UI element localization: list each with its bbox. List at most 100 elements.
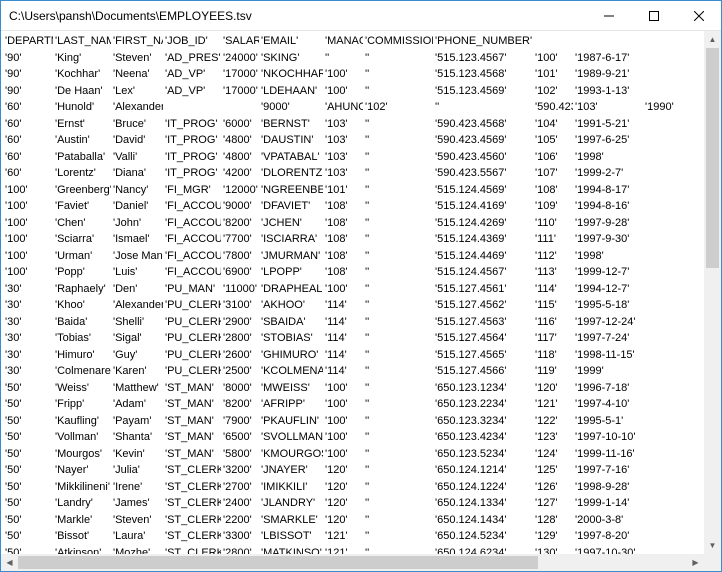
table-row[interactable]: '30''Tobias''Sigal''PU_CLERK''2800''STOB… (5, 330, 717, 347)
scroll-left-arrow[interactable]: ◀ (1, 554, 18, 571)
table-row[interactable]: '90''King''Steven''AD_PRES''24000''SKING… (5, 50, 717, 67)
data-cell: 'AFRIPP' (261, 396, 305, 413)
close-button[interactable] (676, 1, 721, 30)
data-cell: '515.124.4169' (435, 198, 507, 215)
data-cell: '650.124.5234' (435, 528, 507, 545)
data-cell: 'Adam' (113, 396, 146, 413)
window-title: C:\Users\pansh\Documents\EMPLOYEES.tsv (1, 9, 586, 23)
data-cell: '' (435, 99, 439, 116)
table-row[interactable]: '30''Khoo''Alexander''PU_CLERK''3100''AK… (5, 297, 717, 314)
data-cell: '114' (325, 363, 347, 380)
table-row[interactable]: '30''Raphaely''Den''PU_MAN''11000''DRAPH… (5, 281, 717, 298)
table-row[interactable]: '30''Himuro''Guy''PU_CLERK''2600''GHIMUR… (5, 347, 717, 364)
data-cell: '90' (5, 50, 21, 67)
data-cell: '515.127.4562' (435, 297, 507, 314)
vertical-scrollbar[interactable]: ▲ ▼ (704, 31, 721, 554)
table-row[interactable]: '50''Mourgos''Kevin''ST_MAN''5800''KMOUR… (5, 446, 717, 463)
table-row[interactable]: '50''Landry''James''ST_CLERK''2400''JLAN… (5, 495, 717, 512)
horizontal-scrollbar[interactable]: ◀ ▶ (1, 554, 704, 571)
scroll-right-arrow[interactable]: ▶ (687, 554, 704, 571)
table-row[interactable]: '30''Baida''Shelli''PU_CLERK''2900''SBAI… (5, 314, 717, 331)
table-row[interactable]: '90''Kochhar''Neena''AD_VP''17000''NKOCH… (5, 66, 717, 83)
table-row[interactable]: '100''Urman''Jose Manuel''FI_ACCOUNT''78… (5, 248, 717, 265)
data-cell: '123' (535, 429, 558, 446)
table-row[interactable]: '50''Weiss''Matthew''ST_MAN''8000''MWEIS… (5, 380, 717, 397)
table-row[interactable]: '50''Fripp''Adam''ST_MAN''8200''AFRIPP''… (5, 396, 717, 413)
data-cell: 'Irene' (113, 479, 142, 496)
data-cell: '100' (5, 182, 28, 199)
data-cell: '650.123.1234' (435, 380, 507, 397)
table-row[interactable]: '60''Austin''David''IT_PROG''4800''DAUST… (5, 132, 717, 149)
header-cell: 'EMAIL' (261, 33, 298, 50)
data-cell: '' (365, 182, 369, 199)
table-row[interactable]: '60''Ernst''Bruce''IT_PROG''6000''BERNST… (5, 116, 717, 133)
data-cell: 'Kaufling' (55, 413, 99, 430)
table-row[interactable]: '50''Nayer''Julia''ST_CLERK''3200''JNAYE… (5, 462, 717, 479)
data-cell: '108' (535, 182, 558, 199)
data-cell: 'Julia' (113, 462, 140, 479)
table-row[interactable]: '100''Chen''John''FI_ACCOUNT''8200''JCHE… (5, 215, 717, 232)
table-row[interactable]: '100''Faviet''Daniel''FI_ACCOUNT''9000''… (5, 198, 717, 215)
data-cell: '118' (535, 347, 557, 364)
minimize-button[interactable] (586, 1, 631, 30)
maximize-button[interactable] (631, 1, 676, 30)
table-row[interactable]: '60''Lorentz''Diana''IT_PROG''4200''DLOR… (5, 165, 717, 182)
data-cell: '515.127.4561' (435, 281, 507, 298)
data-cell: '1998' (575, 149, 604, 166)
table-row[interactable]: '50''Kaufling''Payam''ST_MAN''7900''PKAU… (5, 413, 717, 430)
data-cell: 'ST_MAN' (165, 446, 214, 463)
data-cell: '8200' (223, 396, 252, 413)
data-cell: '117' (535, 330, 557, 347)
table-row[interactable]: '60''Hunold''Alexander''9000''AHUNOLD''1… (5, 99, 717, 116)
table-row[interactable]: '100''Sciarra''Ismael''FI_ACCOUNT''7700'… (5, 231, 717, 248)
table-row[interactable]: '50''Bissot''Laura''ST_CLERK''3300''LBIS… (5, 528, 717, 545)
data-cell: 'NKOCHHAR' (261, 66, 323, 83)
data-cell: '650.124.1334' (435, 495, 507, 512)
table-row[interactable]: '100''Popp''Luis''FI_ACCOUNT''6900''LPOP… (5, 264, 717, 281)
vertical-scroll-thumb[interactable] (706, 48, 719, 268)
data-cell: 'Raphaely' (55, 281, 106, 298)
data-cell: '1999-12-7' (575, 264, 629, 281)
data-cell: 'BERNST' (261, 116, 310, 133)
data-cell: 'GHIMURO' (261, 347, 318, 364)
data-cell: 'ST_CLERK' (165, 528, 221, 545)
data-cell: '114' (325, 314, 347, 331)
data-cell: 'ST_MAN' (165, 429, 214, 446)
data-cell: 'STOBIAS' (261, 330, 313, 347)
data-cell: 'JMURMAN' (261, 248, 320, 265)
data-cell: '114' (325, 347, 347, 364)
table-row[interactable]: '100''Greenberg''Nancy''FI_MGR''12000''N… (5, 182, 717, 199)
table-row[interactable]: '50''Vollman''Shanta''ST_MAN''6500''SVOL… (5, 429, 717, 446)
titlebar[interactable]: C:\Users\pansh\Documents\EMPLOYEES.tsv (1, 1, 721, 31)
data-cell: 'Chen' (55, 215, 86, 232)
horizontal-scroll-thumb[interactable] (18, 556, 538, 569)
data-cell: 'Tobias' (55, 330, 91, 347)
data-cell: 'AKHOO' (261, 297, 305, 314)
data-grid[interactable]: 'DEPARTMENT_ID''LAST_NAME''FIRST_NAME''J… (1, 31, 721, 571)
data-cell: '' (365, 215, 369, 232)
data-cell: '108' (325, 198, 348, 215)
data-cell: 'FI_ACCOUNT' (165, 264, 221, 281)
data-cell: '120' (325, 462, 348, 479)
header-row[interactable]: 'DEPARTMENT_ID''LAST_NAME''FIRST_NAME''J… (5, 33, 717, 50)
data-cell: '1991-5-21' (575, 116, 629, 133)
data-cell: '120' (325, 512, 348, 529)
data-cell: 'Lex' (113, 83, 135, 100)
data-cell: '127' (535, 495, 558, 512)
data-cell: '12000' (223, 182, 258, 199)
data-cell: 'Ernst' (55, 116, 85, 133)
data-cell: '110' (535, 215, 557, 232)
data-cell: 'ST_MAN' (165, 380, 214, 397)
table-row[interactable]: '50''Markle''Steven''ST_CLERK''2200''SMA… (5, 512, 717, 529)
data-cell: 'ST_CLERK' (165, 495, 221, 512)
table-row[interactable]: '50''Mikkilineni''Irene''ST_CLERK''2700'… (5, 479, 717, 496)
data-cell: 'IT_PROG' (165, 165, 218, 182)
scroll-up-arrow[interactable]: ▲ (704, 31, 721, 48)
header-cell: 'JOB_ID' (165, 33, 208, 50)
data-cell: '9000' (223, 198, 252, 215)
table-row[interactable]: '60''Pataballa''Valli''IT_PROG''4800''VP… (5, 149, 717, 166)
scroll-down-arrow[interactable]: ▼ (704, 537, 721, 554)
table-row[interactable]: '30''Colmenares''Karen''PU_CLERK''2500''… (5, 363, 717, 380)
data-cell: 'Shelli' (113, 314, 144, 331)
table-row[interactable]: '90''De Haan''Lex''AD_VP''17000''LDEHAAN… (5, 83, 717, 100)
